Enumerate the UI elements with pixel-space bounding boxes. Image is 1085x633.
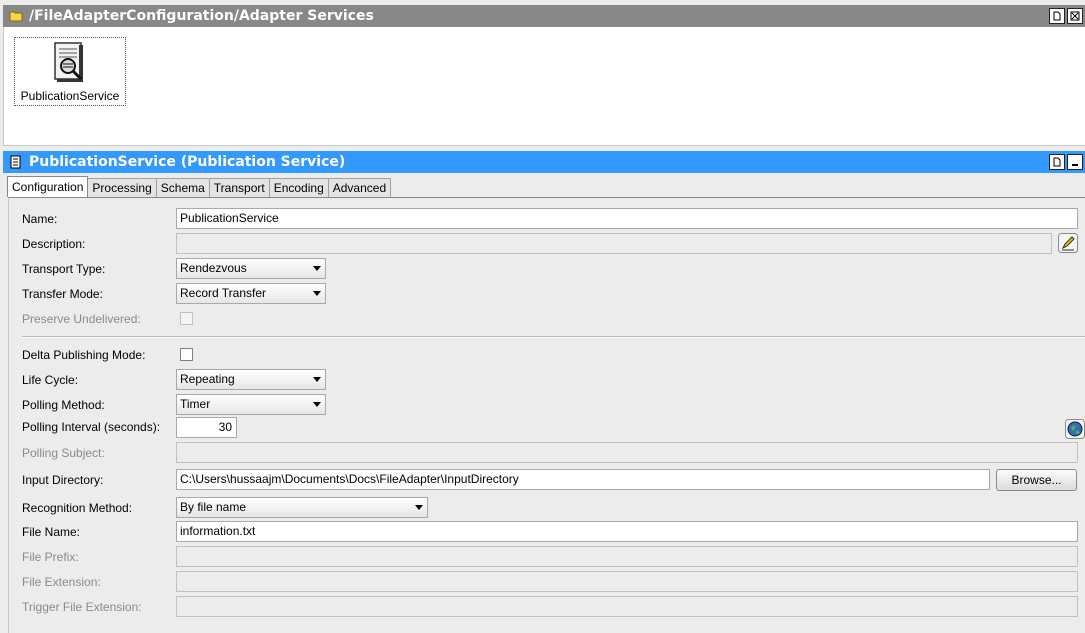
polling-subject-row: Polling Subject: xyxy=(22,442,1085,464)
publication-service-label: PublicationService xyxy=(20,89,120,103)
service-title: PublicationService (Publication Service) xyxy=(29,154,346,170)
file-name-row: File Name: information.txt xyxy=(22,521,1085,543)
file-extension-label: File Extension: xyxy=(22,575,101,589)
name-row: Name: PublicationService xyxy=(22,208,1085,230)
polling-method-label: Polling Method: xyxy=(22,398,105,412)
folder-icon xyxy=(9,11,23,22)
tab-processing[interactable]: Processing xyxy=(87,178,157,197)
transport-type-label: Transport Type: xyxy=(22,262,106,276)
file-prefix-label: File Prefix: xyxy=(22,550,79,564)
chevron-down-icon xyxy=(313,402,321,407)
chevron-down-icon xyxy=(313,266,321,271)
path-title: /FileAdapterConfiguration/Adapter Servic… xyxy=(29,8,374,24)
minimize-icon[interactable] xyxy=(1067,154,1083,170)
polling-method-row: Polling Method: Timer xyxy=(22,394,1085,416)
file-name-field[interactable]: information.txt xyxy=(176,521,1078,542)
input-directory-field[interactable]: C:\Users\hussaajm\Documents\Docs\FileAda… xyxy=(176,469,990,490)
chevron-down-icon xyxy=(313,377,321,382)
file-extension-row: File Extension: xyxy=(22,571,1085,593)
path-title-bar: /FileAdapterConfiguration/Adapter Servic… xyxy=(3,5,1085,27)
polling-method-value: Timer xyxy=(180,397,211,411)
polling-interval-field[interactable]: 30 xyxy=(176,417,237,438)
document-icon[interactable] xyxy=(1049,8,1065,24)
services-area: PublicationService xyxy=(3,27,1085,146)
description-label: Description: xyxy=(22,237,86,251)
file-prefix-row: File Prefix: xyxy=(22,546,1085,568)
file-extension-field[interactable] xyxy=(176,571,1078,592)
chevron-down-icon xyxy=(313,291,321,296)
browse-button[interactable]: Browse... xyxy=(996,469,1077,491)
life-cycle-label: Life Cycle: xyxy=(22,373,79,387)
recognition-method-value: By file name xyxy=(180,500,247,514)
input-directory-row: Input Directory: C:\Users\hussaajm\Docum… xyxy=(22,469,1085,491)
tab-strip: Configuration Processing Schema Transpor… xyxy=(7,176,392,197)
document-icon[interactable] xyxy=(1049,154,1065,170)
recognition-method-row: Recognition Method: By file name xyxy=(22,497,1085,519)
transfer-mode-select[interactable]: Record Transfer xyxy=(176,283,326,304)
life-cycle-row: Life Cycle: Repeating xyxy=(22,369,1085,391)
transport-type-select[interactable]: Rendezvous xyxy=(176,258,326,279)
close-icon[interactable] xyxy=(1067,8,1083,24)
delta-publishing-checkbox[interactable] xyxy=(180,348,193,361)
trigger-file-extension-label: Trigger File Extension: xyxy=(22,600,142,614)
life-cycle-value: Repeating xyxy=(180,372,235,386)
service-title-bar: PublicationService (Publication Service) xyxy=(3,151,1085,173)
preserve-undelivered-row: Preserve Undelivered: xyxy=(22,308,1085,330)
polling-subject-field[interactable] xyxy=(176,442,1078,463)
name-label: Name: xyxy=(22,212,58,226)
section-divider xyxy=(22,336,1085,338)
input-directory-label: Input Directory: xyxy=(22,473,104,487)
transfer-mode-label: Transfer Mode: xyxy=(22,287,103,301)
recognition-method-select[interactable]: By file name xyxy=(176,497,428,518)
life-cycle-select[interactable]: Repeating xyxy=(176,369,326,390)
pencil-icon[interactable] xyxy=(1058,233,1078,253)
publication-service-icon xyxy=(54,42,83,82)
chevron-down-icon xyxy=(415,505,423,510)
description-row: Description: xyxy=(22,233,1085,255)
recognition-method-label: Recognition Method: xyxy=(22,501,133,515)
service-icon xyxy=(10,155,21,169)
publication-service-item[interactable]: PublicationService xyxy=(14,37,126,106)
description-field[interactable] xyxy=(176,233,1052,254)
globe-icon[interactable] xyxy=(1065,419,1085,439)
transport-type-value: Rendezvous xyxy=(180,261,247,275)
tab-encoding[interactable]: Encoding xyxy=(268,178,329,197)
polling-subject-label: Polling Subject: xyxy=(22,446,105,460)
transport-type-row: Transport Type: Rendezvous xyxy=(22,258,1085,280)
trigger-file-extension-field[interactable] xyxy=(176,596,1078,617)
tab-transport[interactable]: Transport xyxy=(208,178,270,197)
delta-publishing-label: Delta Publishing Mode: xyxy=(22,348,146,362)
transfer-mode-row: Transfer Mode: Record Transfer xyxy=(22,283,1085,305)
name-field[interactable]: PublicationService xyxy=(176,208,1078,229)
polling-interval-label: Polling Interval (seconds): xyxy=(22,420,161,434)
delta-publishing-row: Delta Publishing Mode: xyxy=(22,344,1085,366)
polling-interval-row: Polling Interval (seconds): 30 xyxy=(22,417,1085,439)
transfer-mode-value: Record Transfer xyxy=(180,286,267,300)
tab-advanced[interactable]: Advanced xyxy=(327,178,392,197)
file-name-label: File Name: xyxy=(22,525,81,539)
file-prefix-field[interactable] xyxy=(176,546,1078,567)
trigger-file-extension-row: Trigger File Extension: xyxy=(22,596,1085,618)
preserve-undelivered-label: Preserve Undelivered: xyxy=(22,312,141,326)
tab-configuration[interactable]: Configuration xyxy=(7,176,89,197)
polling-method-select[interactable]: Timer xyxy=(176,394,326,415)
tab-schema[interactable]: Schema xyxy=(155,178,210,197)
preserve-undelivered-checkbox[interactable] xyxy=(180,312,193,325)
